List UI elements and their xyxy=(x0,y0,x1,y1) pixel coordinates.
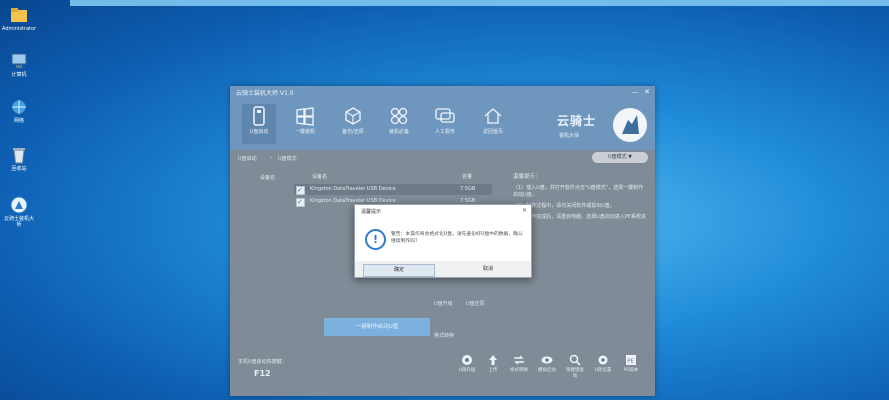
pe-badge-icon: PE xyxy=(626,355,636,365)
footer-tool-label: PE版本 xyxy=(623,368,639,373)
arrow-up-icon xyxy=(489,355,497,365)
make-boot-usb-button[interactable]: 一键制作启动U盘 xyxy=(324,318,430,336)
device-name: Kingston DataTraveler USB Device xyxy=(310,186,396,192)
knight-logo-icon xyxy=(613,108,647,142)
recycle-bin-icon xyxy=(13,148,25,164)
info-icon: ! xyxy=(365,229,386,250)
home-icon xyxy=(484,108,502,124)
device-size: 7.5GB xyxy=(460,186,476,192)
usb-drive-icon xyxy=(253,106,265,126)
footer-toolbar: U盘升级 上传 格式转换 模拟启动 快捷键查询 U盘设置 PE PE版本 xyxy=(456,354,651,392)
breadcrumb: U盘启动 › U盘模式 U盘模式 ▼ xyxy=(236,152,648,164)
brand-subtitle: 装机大师 xyxy=(559,133,580,139)
confirm-dialog: 温馨提示 ✕ ! 警告：本操作将会格式化U盘，请先备份好U盘中的数据，确认继续制… xyxy=(354,204,532,278)
tab-support[interactable]: 人工服务 xyxy=(428,104,462,144)
header-device-name: 设备名 xyxy=(312,174,328,180)
device-checkbox[interactable] xyxy=(296,185,305,196)
footer-tool-label: 格式转换 xyxy=(510,368,528,373)
search-icon xyxy=(569,354,581,366)
dialog-message: 警告：本操作将会格式化U盘，请先备份好U盘中的数据，确认继续制作吗？ xyxy=(391,232,523,244)
upgrade-circle-icon xyxy=(462,355,472,365)
footer-tool-label: U盘升级 xyxy=(458,368,476,373)
footer-tool-convert[interactable]: 格式转换 xyxy=(508,354,530,373)
breadcrumb-item[interactable]: U盘启动 xyxy=(238,155,257,162)
footer-tool-simulate[interactable]: 模拟启动 xyxy=(536,354,558,373)
tab-home[interactable]: 返回首页 xyxy=(476,104,510,144)
footer-tool-settings[interactable]: U盘设置 xyxy=(592,354,614,373)
knight-app-icon xyxy=(10,196,28,214)
footer-tool-label: U盘设置 xyxy=(594,368,612,373)
device-checkbox[interactable] xyxy=(296,197,305,208)
minimize-button[interactable]: — xyxy=(631,88,639,96)
folder-icon xyxy=(11,8,27,22)
tab-backup-restore[interactable]: 备份/还原 xyxy=(336,104,370,144)
breadcrumb-separator: › xyxy=(270,155,272,161)
device-label: 设备名 xyxy=(260,175,276,181)
footer-tool-upgrade[interactable]: U盘升级 xyxy=(456,354,478,373)
dialog-button-bar: 确定 取消 xyxy=(355,261,531,277)
svg-text:PE: PE xyxy=(627,359,634,365)
tab-usb-boot[interactable]: U盘启动 xyxy=(242,104,276,144)
tab-software[interactable]: 装机必备 xyxy=(382,104,416,144)
header-capacity: 容量 xyxy=(462,174,473,180)
tab-system-reinstall[interactable]: 一键装机 xyxy=(288,104,322,144)
backup-cube-icon xyxy=(345,107,361,125)
window-title: 云骑士装机大师 V1.0 xyxy=(236,90,294,97)
tab-label: 人工服务 xyxy=(434,129,455,135)
breadcrumb-item: U盘模式 xyxy=(278,156,297,162)
desktop-icon-label: Administrator xyxy=(2,26,37,32)
network-icon xyxy=(11,99,27,115)
mode-switch-button[interactable]: U盘模式 ▼ xyxy=(592,152,648,163)
eye-icon xyxy=(541,356,553,364)
brand-block: 云骑士 装机大师 xyxy=(557,106,647,146)
footer-tool-label: 模拟启动 xyxy=(538,368,556,373)
close-button[interactable]: ✕ xyxy=(643,88,651,96)
restore-link[interactable]: U盘还原 xyxy=(466,300,485,307)
dialog-cancel-button[interactable]: 取消 xyxy=(453,264,523,275)
tips-panel: 温馨提示： （1）插入U盘，并打开软件点击"U盘模式"，选择一键制作启动U盘。 … xyxy=(513,174,648,314)
tab-label: 装机必备 xyxy=(388,129,409,135)
tips-paragraph: （3）制作完成后，请重启电脑，选择U盘启动进入PE系统进行安装。 xyxy=(513,214,647,227)
footer-tool-search[interactable]: 快捷键查询 xyxy=(564,354,586,379)
dialog-close-button[interactable]: ✕ xyxy=(522,207,527,214)
gear-icon xyxy=(598,355,608,365)
desktop-icon-network[interactable]: 网络 xyxy=(2,98,36,124)
desktop-icon-label: 网络 xyxy=(13,118,24,124)
computer-icon xyxy=(11,53,27,68)
dialog-confirm-button[interactable]: 确定 xyxy=(363,264,435,277)
hotkey-value: F12 xyxy=(254,369,271,378)
title-bar: 云骑士装机大师 V1.0 — ✕ xyxy=(230,86,655,100)
desktop-icon-recycle-bin[interactable]: 回收站 xyxy=(2,146,36,172)
upgrade-link[interactable]: U盘升级 xyxy=(434,300,453,307)
footer-tool-upload[interactable]: 上传 xyxy=(482,354,504,373)
footer-tool-label: 快捷键查询 xyxy=(566,368,584,379)
tips-title: 温馨提示： xyxy=(513,174,541,180)
footer-tool-label: 上传 xyxy=(488,368,498,373)
device-list-header: 设备名 容量 xyxy=(294,172,492,183)
format-link[interactable]: 格式转换 xyxy=(434,332,454,339)
hotkey-prompt: 本机U盘启动快捷键： xyxy=(238,359,287,365)
tab-label: 备份/还原 xyxy=(342,129,364,135)
desktop-icon-label: 云骑士装机大师 xyxy=(3,216,34,228)
desktop-icon-label: 计算机 xyxy=(11,72,27,78)
footer-tool-pe[interactable]: PE PE版本 xyxy=(620,354,642,373)
brand-name: 云骑士 xyxy=(557,114,597,128)
top-strip xyxy=(70,0,889,6)
desktop-icon-computer[interactable]: 计算机 xyxy=(2,52,36,78)
device-row[interactable]: Kingston DataTraveler USB Device 7.5GB xyxy=(294,184,492,196)
chat-icon xyxy=(435,108,455,123)
desktop-icon-folder[interactable]: Administrator xyxy=(2,6,36,32)
main-toolbar: U盘启动 一键装机 备份/还原 装机必备 人工服务 返回首页 云骑士 装机大师 xyxy=(230,100,655,150)
apps-grid-icon xyxy=(390,107,408,125)
tab-label: 一键装机 xyxy=(294,129,315,135)
tips-paragraph: （1）插入U盘，并打开软件点击"U盘模式"，选择一键制作启动U盘。 xyxy=(513,185,644,198)
tab-label: 返回首页 xyxy=(482,129,503,135)
windows-icon xyxy=(296,107,314,126)
tips-paragraph: （2）制作过程中，请勿关闭软件或拔出U盘。 xyxy=(513,203,615,209)
desktop-icon-label: 回收站 xyxy=(11,166,27,172)
swap-arrows-icon xyxy=(514,355,524,365)
dialog-title: 温馨提示 xyxy=(361,209,382,215)
desktop-icon-app[interactable]: 云骑士装机大师 xyxy=(2,196,36,228)
tab-label: U盘启动 xyxy=(249,129,269,135)
